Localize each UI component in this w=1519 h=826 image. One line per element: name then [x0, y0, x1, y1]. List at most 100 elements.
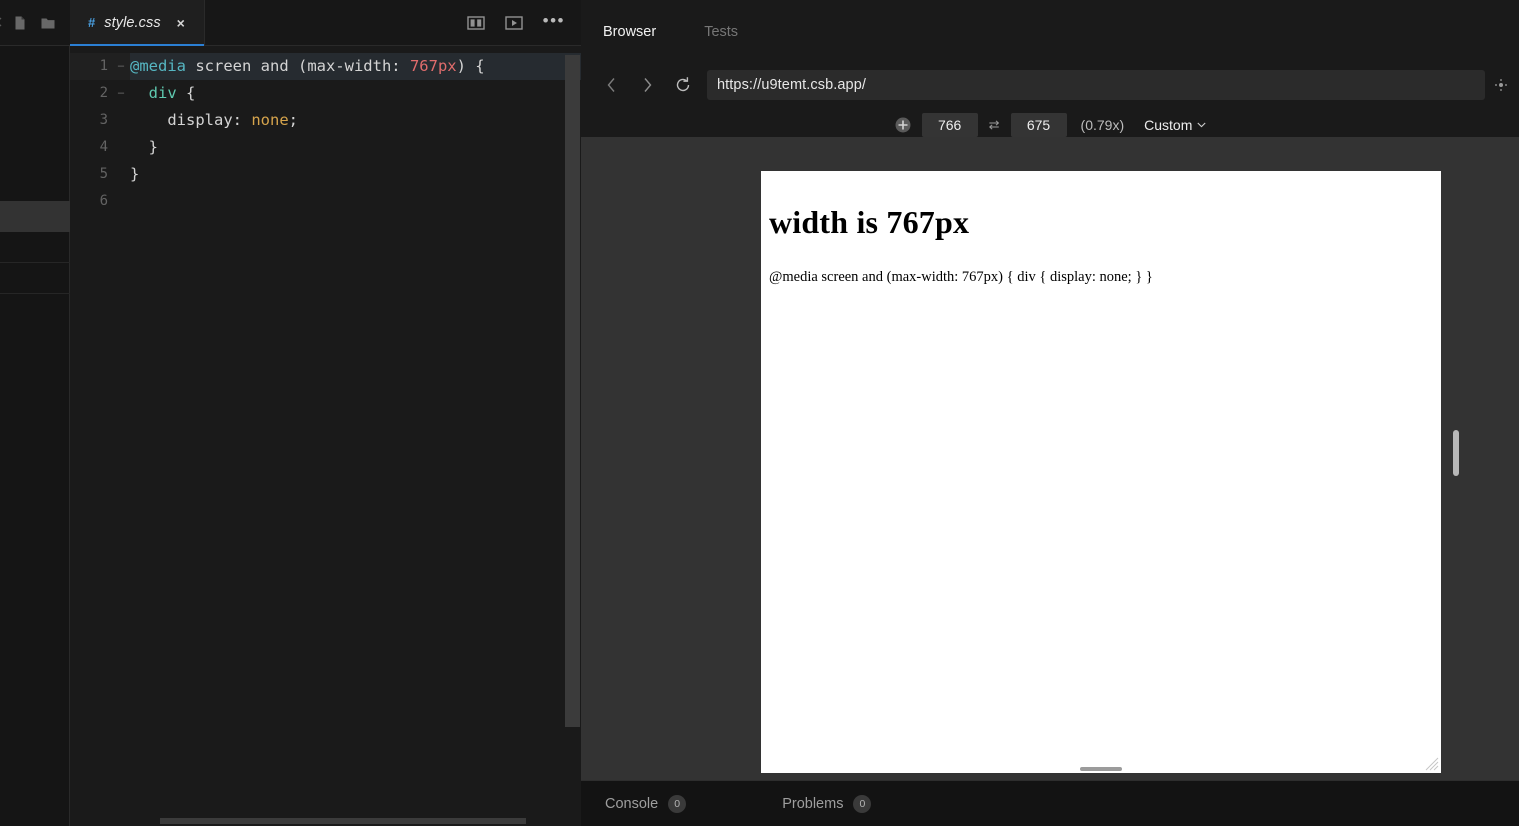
tree-item[interactable]	[0, 77, 70, 108]
url-text: https://u9temt.csb.app/	[717, 77, 866, 93]
url-input[interactable]: https://u9temt.csb.app/	[707, 70, 1485, 100]
browser-pane: Browser Tests https://u9temt.csb.app/ 76…	[581, 0, 1519, 826]
tree-item[interactable]	[0, 46, 70, 77]
preview-icon[interactable]	[504, 15, 523, 31]
code-line[interactable]: 2− div {	[70, 80, 581, 107]
reload-button[interactable]	[665, 70, 701, 100]
viewport-width-input[interactable]: 766	[921, 113, 978, 137]
chevron-down-icon	[1197, 122, 1206, 128]
preview-scrollbar[interactable]	[1453, 430, 1459, 476]
resize-grip-icon[interactable]	[1425, 757, 1439, 771]
problems-count-badge: 0	[853, 794, 872, 813]
tree-item[interactable]	[0, 263, 70, 294]
tree-item-selected[interactable]	[0, 201, 70, 232]
css-file-icon: #	[88, 15, 96, 30]
tree-item[interactable]	[0, 139, 70, 170]
editor-horizontal-scrollbar[interactable]	[160, 818, 526, 824]
line-number: 5	[99, 166, 108, 182]
code-line-text: }	[130, 161, 581, 188]
console-label: Console	[605, 795, 659, 812]
tab-browser[interactable]: Browser	[603, 24, 656, 40]
reload-icon	[676, 77, 690, 92]
code-line[interactable]: 4 }	[70, 134, 581, 161]
code-line[interactable]: 1− @media screen and (max-width: 767px) {	[70, 53, 581, 80]
code-token: }	[130, 138, 158, 156]
code-editor-pane: # style.css × ••• 1− @media screen and (m	[70, 0, 581, 826]
settings-dot-icon	[1495, 79, 1507, 91]
code-token: :	[232, 111, 252, 129]
code-token: div	[148, 84, 177, 102]
code-line[interactable]: 3 display: none;	[70, 107, 581, 134]
problems-label: Problems	[782, 795, 844, 812]
code-token: display	[167, 111, 233, 129]
code-token: ;	[288, 111, 298, 129]
new-folder-icon[interactable]	[40, 15, 56, 31]
browser-bottom-bar: Console 0 Problems 0	[581, 780, 1519, 826]
code-line-text: @media screen and (max-width: 767px) {	[130, 53, 581, 80]
back-arrow-icon	[607, 78, 615, 92]
code-content[interactable]: 1− @media screen and (max-width: 767px) {…	[70, 46, 581, 215]
viewport-preset-label: Custom	[1144, 117, 1193, 133]
file-explorer-sidebar	[0, 0, 70, 826]
zoom-level-label: (0.79x)	[1080, 117, 1125, 133]
code-line-text: display: none;	[130, 107, 581, 134]
fold-toggle-icon[interactable]: −	[112, 80, 130, 107]
viewport-preset-dropdown[interactable]: Custom	[1144, 117, 1206, 133]
forward-button[interactable]	[629, 70, 665, 100]
line-number: 3	[99, 112, 108, 128]
fold-toggle-icon[interactable]: −	[112, 53, 130, 80]
codesandbox-workspace: # style.css × ••• 1− @media screen and (m	[0, 0, 1519, 826]
code-token: 767px	[409, 57, 457, 75]
browser-tab-bar: Browser Tests	[581, 0, 1519, 64]
responsive-mode-icon[interactable]	[894, 116, 912, 134]
code-token: {	[176, 84, 196, 102]
line-number: 2	[99, 85, 108, 101]
back-button[interactable]	[593, 70, 629, 100]
line-number: 6	[99, 193, 108, 209]
tree-item[interactable]	[0, 170, 70, 201]
editor-tab-bar: # style.css × •••	[70, 0, 581, 46]
browser-extra-action[interactable]	[1485, 78, 1511, 92]
browser-url-bar: https://u9temt.csb.app/	[581, 64, 1519, 106]
code-line-text: }	[130, 134, 581, 161]
tab-bar-spacer	[204, 0, 457, 45]
preview-iframe[interactable]: width is 767px @media screen and (max-wi…	[761, 171, 1441, 773]
preview-frame-container: width is 767px @media screen and (max-wi…	[761, 171, 1441, 773]
code-token: screen and (max-width:	[186, 57, 410, 75]
code-token: @media	[130, 57, 186, 75]
tab-tests[interactable]: Tests	[704, 24, 738, 40]
editor-tab-label: style.css	[104, 14, 161, 31]
console-count-badge: 0	[668, 794, 687, 813]
code-token: }	[130, 165, 140, 183]
panel-drag-handle[interactable]	[1080, 767, 1122, 771]
swap-dimensions-icon[interactable]: ⇄	[988, 117, 1001, 133]
code-line[interactable]: 6	[70, 188, 581, 215]
console-tab[interactable]: Console 0	[605, 794, 687, 813]
code-token: ) {	[456, 57, 485, 75]
close-icon[interactable]: ×	[174, 16, 188, 30]
problems-tab[interactable]: Problems 0	[782, 794, 872, 813]
line-number: 1	[99, 58, 108, 74]
page-paragraph: @media screen and (max-width: 767px) { d…	[769, 269, 1153, 285]
page-heading: width is 767px	[769, 204, 970, 240]
code-line[interactable]: 5}	[70, 161, 581, 188]
tree-item[interactable]	[0, 232, 70, 263]
file-tree[interactable]	[0, 46, 70, 294]
code-line-text: div {	[130, 80, 581, 107]
split-pane-icon[interactable]	[466, 15, 485, 31]
new-file-icon[interactable]	[12, 15, 28, 31]
forward-arrow-icon	[643, 78, 651, 92]
code-scroll-area[interactable]: 1− @media screen and (max-width: 767px) {…	[70, 46, 581, 826]
preview-viewport: width is 767px @media screen and (max-wi…	[581, 137, 1519, 780]
line-number: 4	[99, 139, 108, 155]
tree-item[interactable]	[0, 108, 70, 139]
editor-tab-style-css[interactable]: # style.css ×	[70, 0, 205, 46]
viewport-height-input[interactable]: 675	[1010, 113, 1067, 137]
collapse-chevron-icon[interactable]	[0, 17, 4, 27]
code-token: none	[251, 111, 289, 129]
editor-vertical-scrollbar[interactable]	[565, 55, 580, 727]
editor-actions: •••	[456, 0, 581, 45]
more-options-icon[interactable]: •••	[543, 12, 565, 33]
